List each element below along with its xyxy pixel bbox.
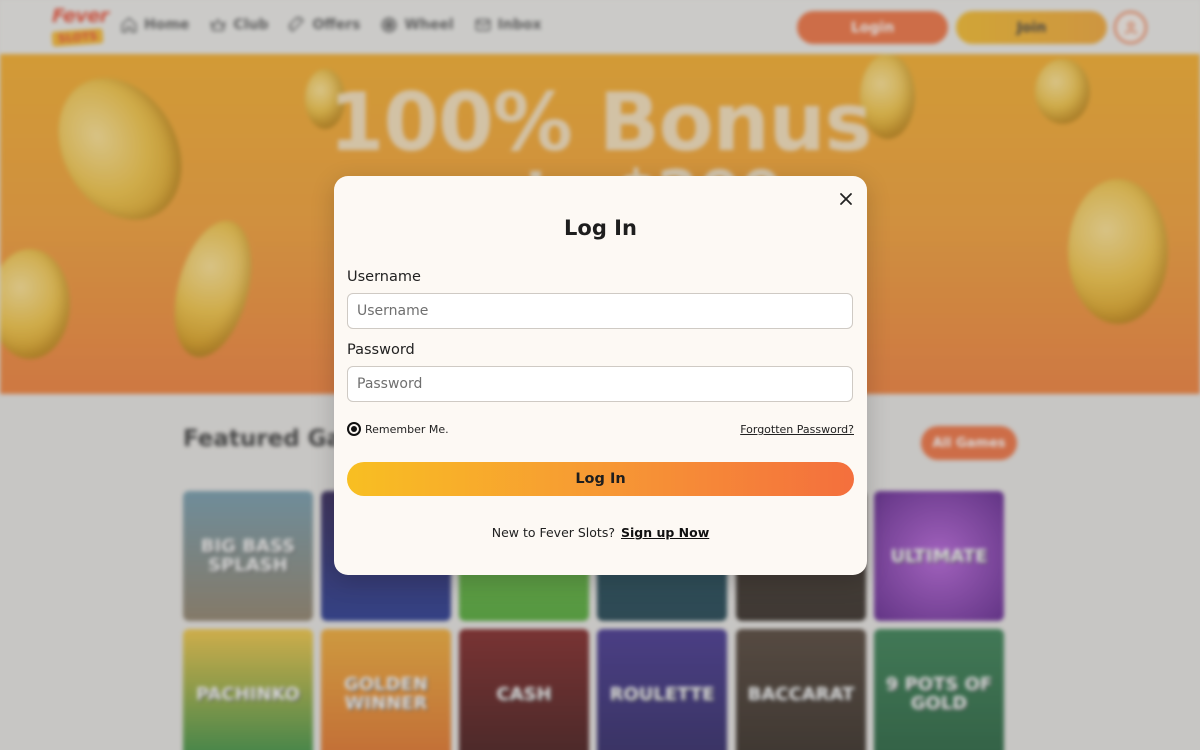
remember-me-label: Remember Me. <box>365 422 449 436</box>
remember-me-radio[interactable] <box>347 422 361 436</box>
modal-title: Log In <box>564 216 637 240</box>
signup-row: New to Fever Slots? Sign up Now <box>334 525 867 540</box>
login-modal: Log In Username Password Remember Me. Fo… <box>334 176 867 575</box>
remember-me-toggle[interactable]: Remember Me. <box>347 422 449 436</box>
signup-link[interactable]: Sign up Now <box>621 525 709 540</box>
login-submit-button[interactable]: Log In <box>347 462 854 496</box>
forgot-password-link[interactable]: Forgotten Password? <box>740 423 854 436</box>
password-input[interactable] <box>347 366 853 402</box>
username-label: Username <box>347 269 421 285</box>
signup-prompt: New to Fever Slots? <box>491 525 615 540</box>
password-label: Password <box>347 342 415 358</box>
close-modal-button[interactable] <box>837 190 855 208</box>
radio-selected-dot <box>351 426 357 432</box>
username-input[interactable] <box>347 293 853 329</box>
close-icon <box>840 193 852 205</box>
